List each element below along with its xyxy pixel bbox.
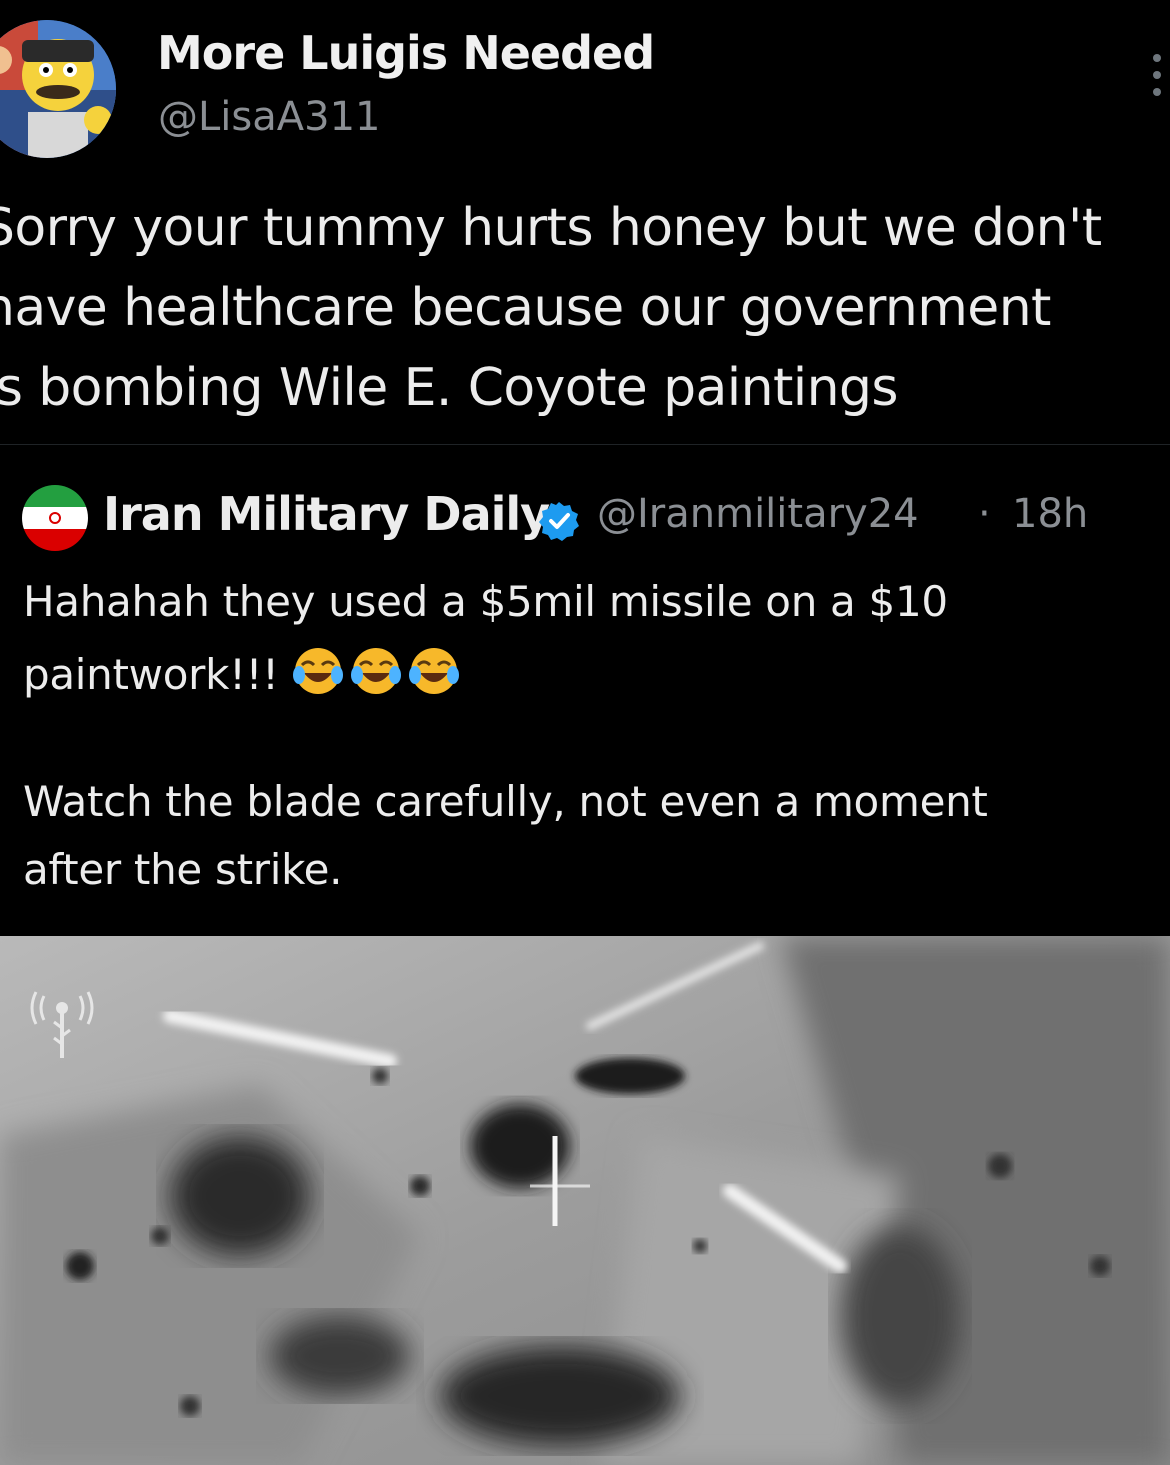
post-text: Sorry your tummy hurts honey but we don'… (0, 188, 1170, 428)
avatar[interactable] (0, 20, 116, 158)
face-with-tears-of-joy-icon (350, 645, 402, 697)
quoted-author-handle[interactable]: @Iranmilitary24 (597, 491, 919, 537)
quoted-author-display-name[interactable]: Iran Military Daily (103, 487, 550, 541)
post-text-line: Sorry your tummy hurts honey but we don'… (0, 198, 1102, 258)
quoted-post[interactable]: Iran Military Daily @Iranmilitary24 · 18… (0, 444, 1170, 1465)
cartoon-avatar-icon (0, 20, 116, 158)
meta-separator: · (978, 491, 991, 537)
quoted-text-line: Hahahah they used a $5mil missile on a $… (23, 577, 948, 626)
quoted-text-line: after the strike. (23, 845, 343, 894)
post-header: More Luigis Needed @LisaA311 (0, 0, 1170, 170)
author-handle[interactable]: @LisaA311 (158, 94, 380, 140)
quoted-text-line: Watch the blade carefully, not even a mo… (23, 777, 988, 826)
post-text-line: is bombing Wile E. Coyote paintings (0, 358, 898, 418)
iran-flag-avatar[interactable] (22, 485, 88, 551)
verified-badge-icon (538, 500, 580, 542)
iran-flag-icon (22, 485, 88, 551)
face-with-tears-of-joy-icon (408, 645, 460, 697)
thermal-strike-footage (0, 936, 1170, 1465)
idf-antenna-logo-icon (22, 972, 102, 1062)
post-timestamp[interactable]: 18h (1012, 491, 1088, 537)
quoted-text-line: paintwork!!! (23, 650, 279, 699)
quoted-text-line-with-emoji: paintwork!!! (23, 645, 466, 699)
quoted-post-video[interactable] (0, 936, 1170, 1465)
face-with-tears-of-joy-icon (292, 645, 344, 697)
post-text-line: have healthcare because our government (0, 278, 1051, 338)
author-display-name[interactable]: More Luigis Needed (157, 26, 655, 80)
more-options-icon[interactable] (1146, 50, 1170, 100)
